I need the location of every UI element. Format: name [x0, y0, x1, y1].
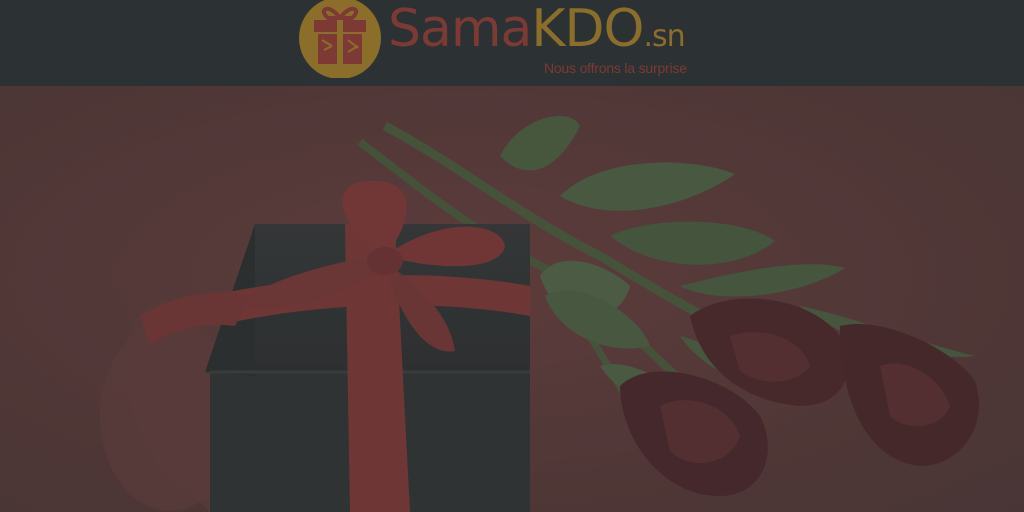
brand-name-sama: Sama: [388, 0, 532, 59]
gift-box-icon: [299, 0, 381, 78]
hero-banner: [0, 86, 1024, 512]
brand-tagline: Nous offrons la surprise: [544, 60, 687, 76]
site-header: SamaKDO.sn Nous offrons la surprise: [0, 0, 1024, 86]
brand-name-kdo: KDO: [531, 0, 644, 59]
hero-image: [0, 86, 1024, 512]
brand-wordmark: SamaKDO.sn: [388, 0, 686, 64]
brand-logo-link[interactable]: SamaKDO.sn Nous offrons la surprise: [298, 0, 718, 86]
brand-name-suffix: .sn: [643, 19, 685, 54]
